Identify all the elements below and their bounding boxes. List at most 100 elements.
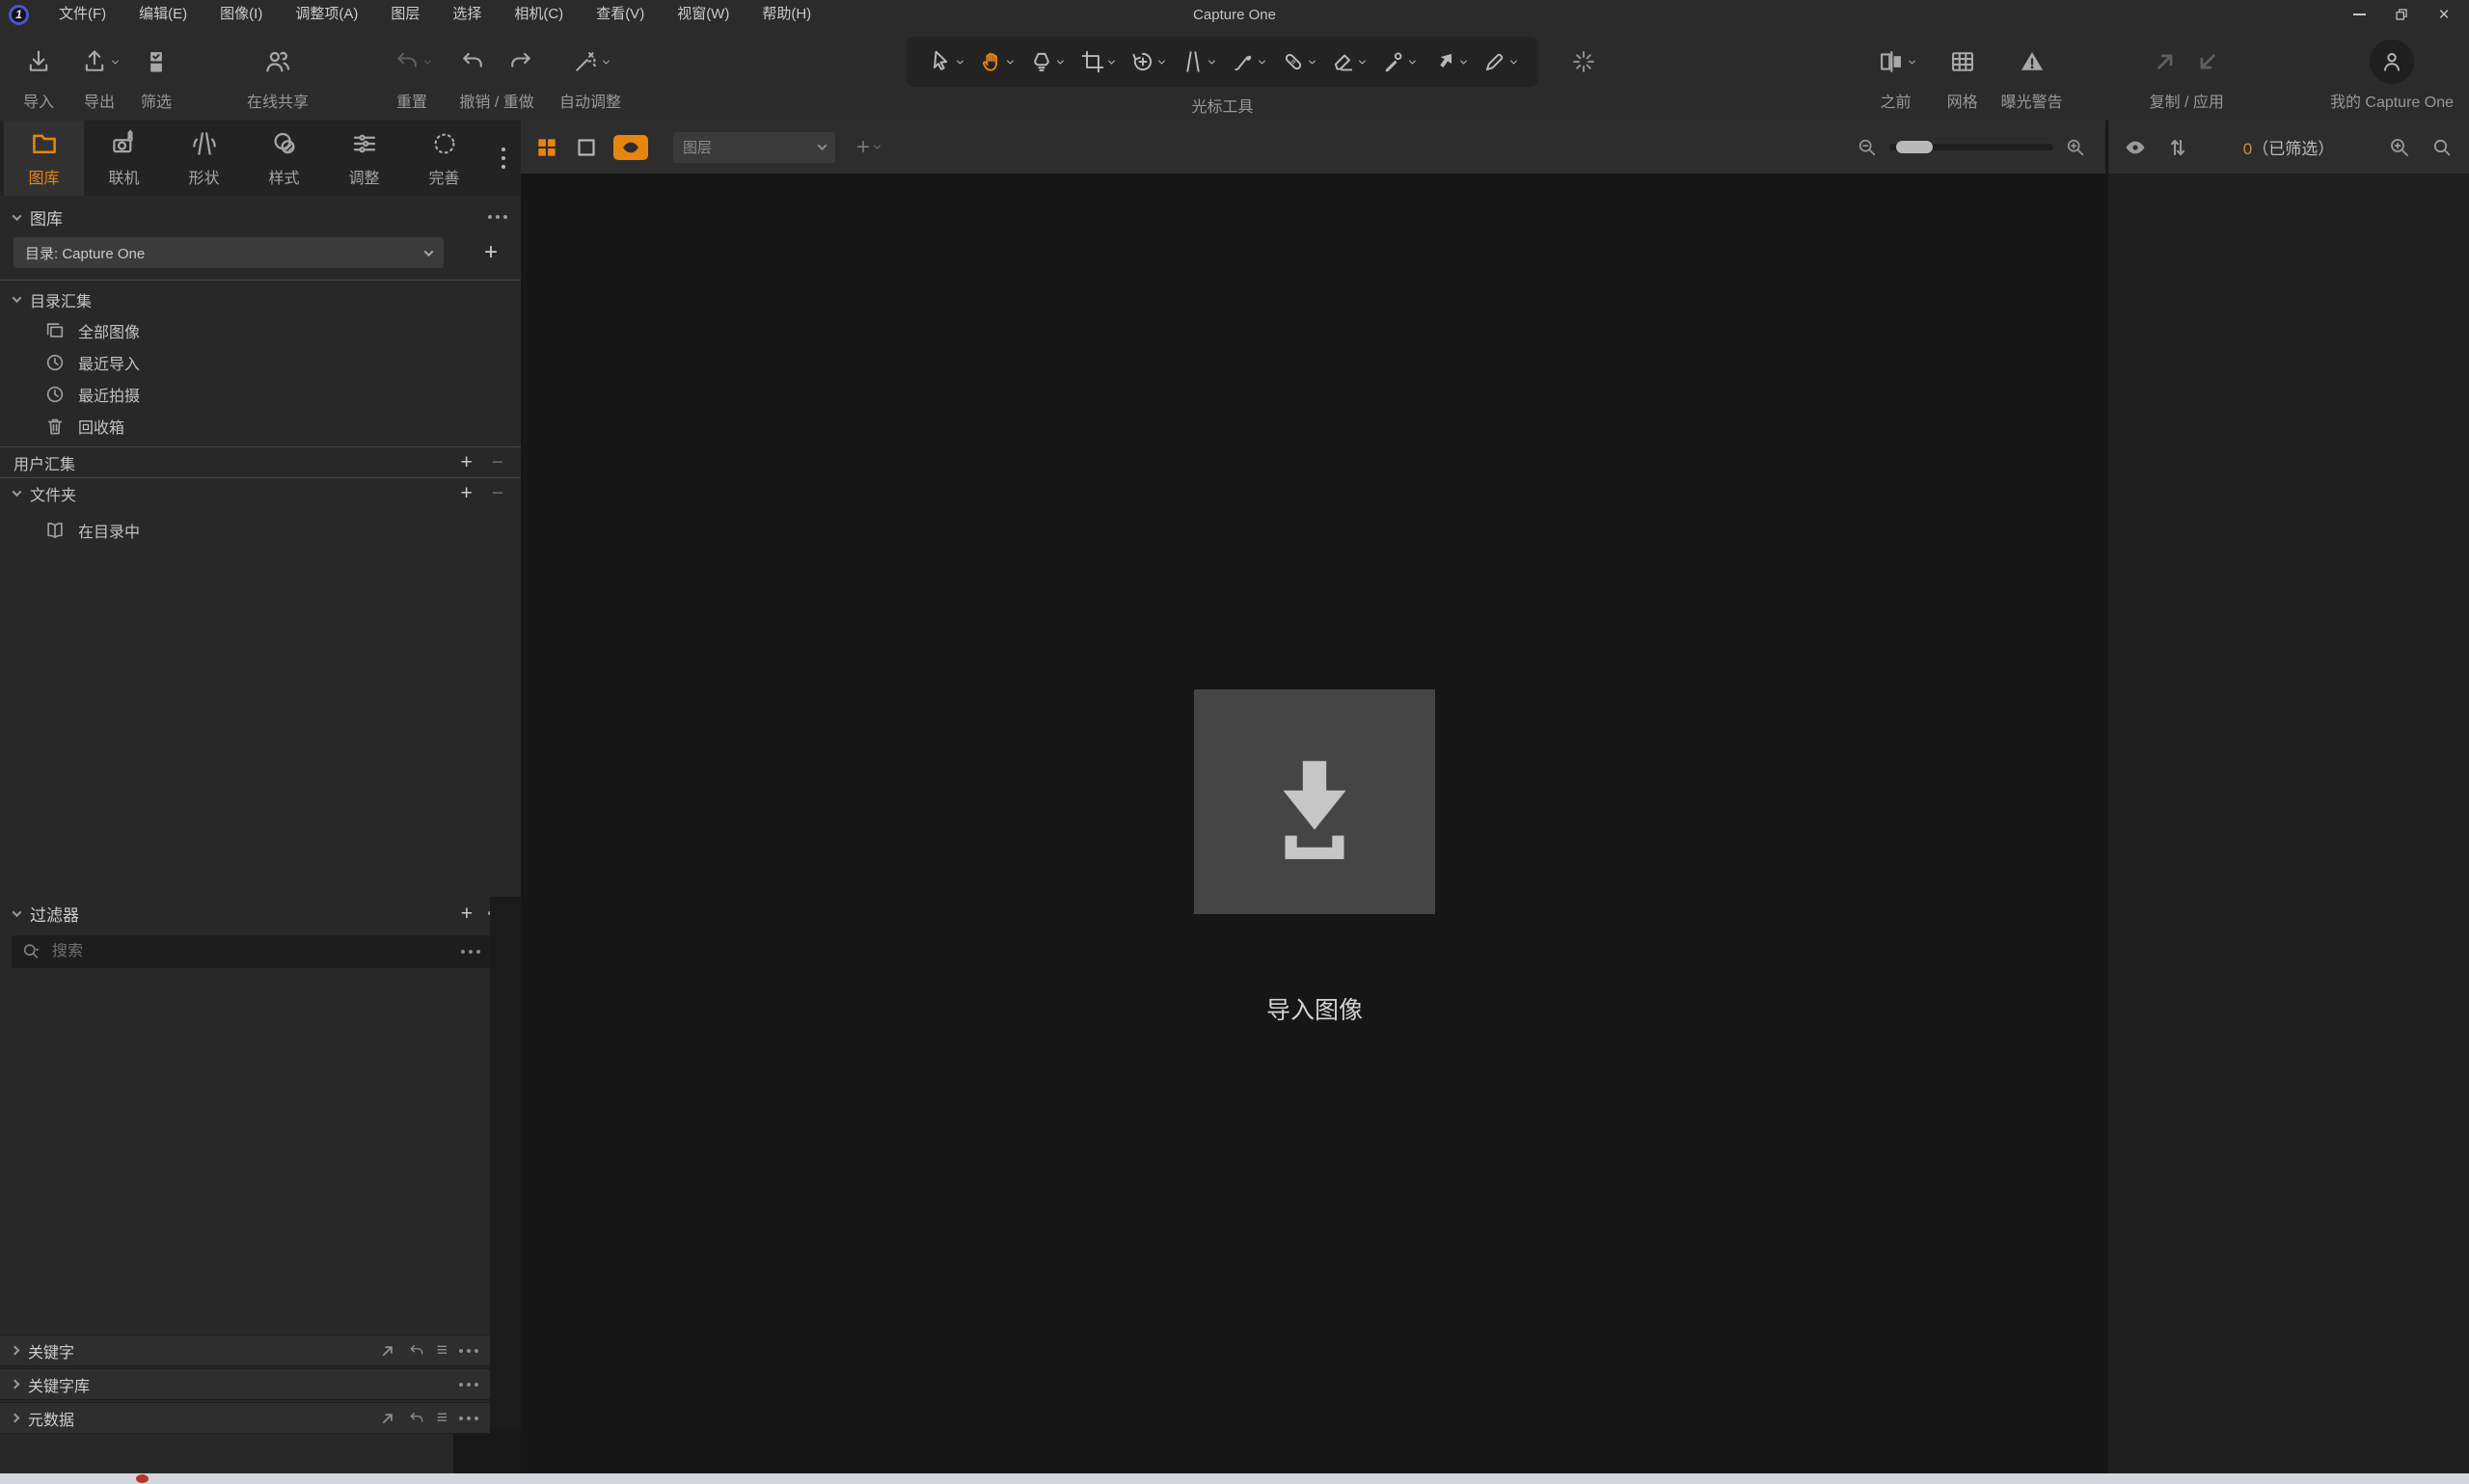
import-button[interactable]: 导入 [23, 39, 54, 112]
keywords-menu-icon[interactable] [459, 1349, 478, 1353]
tree-item-recent-captures[interactable]: 最近拍摄 [0, 378, 521, 410]
draw-tool-chevron-icon[interactable] [1510, 57, 1517, 64]
viewer-view-icon[interactable] [575, 136, 598, 159]
tab-library[interactable]: 图库 [4, 121, 84, 196]
erase-tool[interactable] [1331, 49, 1365, 74]
select-tool[interactable] [929, 49, 963, 74]
tab-refine[interactable]: 完善 [404, 121, 484, 196]
pin-panel-icon[interactable] [379, 1410, 396, 1427]
keywords-expand-chevron-icon[interactable] [11, 1346, 20, 1356]
add-layer-button[interactable]: + [856, 136, 880, 159]
add-user-collection-button[interactable]: + [460, 452, 472, 472]
rotate-tool-chevron-icon[interactable] [1158, 57, 1165, 64]
sort-order-icon[interactable] [2166, 136, 2189, 159]
undo-icon[interactable] [459, 48, 486, 75]
grid-button[interactable]: 网格 [1947, 39, 1978, 112]
library-menu-icon[interactable] [488, 215, 507, 219]
close-button[interactable]: × [2423, 0, 2465, 29]
add-filter-button[interactable]: + [461, 904, 473, 924]
tree-item-trash[interactable]: 回收箱 [0, 410, 521, 442]
import-images-button[interactable] [1194, 689, 1435, 914]
menu-file[interactable]: 文件(F) [42, 0, 122, 29]
keyword-library-panel-header[interactable]: 关键字库 [0, 1368, 490, 1400]
share-button[interactable]: 在线共享 [247, 39, 309, 112]
zoom-in-icon[interactable] [2065, 137, 2086, 158]
tabs-overflow-menu[interactable] [486, 121, 521, 196]
tree-item-in-catalog[interactable]: 在目录中 [0, 514, 521, 546]
tab-shapes[interactable]: 形状 [164, 121, 244, 196]
tab-styles[interactable]: 样式 [244, 121, 324, 196]
reset-panel-icon[interactable] [408, 1410, 425, 1427]
presets-icon[interactable]: ≡ [437, 1341, 448, 1360]
minimize-button[interactable] [2338, 0, 2380, 29]
pick-tool-chevron-icon[interactable] [1409, 57, 1416, 64]
menu-view[interactable]: 查看(V) [580, 0, 661, 29]
folders-header[interactable]: 文件夹 + − [0, 478, 521, 508]
rotate-tool[interactable] [1130, 49, 1164, 74]
spot-removal-tool[interactable] [1570, 48, 1597, 75]
search-box[interactable] [12, 935, 490, 968]
browser-eye-filter-icon[interactable] [2124, 136, 2147, 159]
catalog-collections-header[interactable]: 目录汇集 [0, 284, 521, 314]
keyword-library-expand-chevron-icon[interactable] [11, 1380, 20, 1390]
crop-tool-chevron-icon[interactable] [1108, 57, 1115, 64]
tree-item-recent-imports[interactable]: 最近导入 [0, 346, 521, 378]
zoom-out-icon[interactable] [1857, 137, 1878, 158]
menu-select[interactable]: 选择 [436, 0, 498, 29]
menu-camera[interactable]: 相机(C) [498, 0, 580, 29]
keystone-tool-chevron-icon[interactable] [1208, 57, 1215, 64]
search-dropdown-icon[interactable] [21, 941, 42, 962]
crop-tool[interactable] [1080, 49, 1114, 74]
apply-adjustments-icon[interactable] [2194, 48, 2221, 75]
apply-tool[interactable] [1432, 49, 1466, 74]
user-collections-header[interactable]: 用户汇集 + − [0, 447, 521, 477]
reset-panel-icon[interactable] [408, 1342, 425, 1360]
auto-adjust-chevron-icon[interactable] [603, 57, 610, 64]
add-folder-button[interactable]: + [460, 483, 472, 503]
menu-adjustments[interactable]: 调整项(A) [279, 0, 374, 29]
export-chevron-icon[interactable] [112, 57, 119, 64]
metadata-expand-chevron-icon[interactable] [11, 1414, 20, 1423]
brush-tool[interactable] [1231, 49, 1264, 74]
menu-image[interactable]: 图像(I) [203, 0, 279, 29]
metadata-menu-icon[interactable] [459, 1417, 478, 1420]
menu-window[interactable]: 视窗(W) [661, 0, 746, 29]
erase-tool-chevron-icon[interactable] [1359, 57, 1366, 64]
proof-view-toggle[interactable] [613, 135, 648, 160]
add-catalog-button[interactable]: + [484, 241, 498, 264]
pan-tool-active[interactable] [979, 49, 1013, 74]
reset-chevron-icon[interactable] [424, 57, 431, 64]
draw-tool[interactable] [1482, 49, 1516, 74]
exposure-warning-button[interactable]: 曝光警告 [2001, 39, 2063, 112]
export-button[interactable]: 导出 [81, 39, 118, 112]
copy-adjustments-icon[interactable] [2152, 48, 2179, 75]
search-options-icon[interactable] [461, 950, 480, 954]
pick-tool[interactable] [1381, 49, 1415, 74]
search-input[interactable] [52, 943, 451, 960]
reset-button[interactable]: 重置 [393, 39, 430, 112]
keystone-tool[interactable] [1180, 49, 1214, 74]
keywords-panel-header[interactable]: 关键字 ≡ [0, 1335, 490, 1366]
brush-tool-chevron-icon[interactable] [1259, 57, 1265, 64]
keyword-library-menu-icon[interactable] [459, 1383, 478, 1387]
redo-icon[interactable] [507, 48, 534, 75]
menu-help[interactable]: 帮助(H) [746, 0, 828, 29]
tree-item-all-images[interactable]: 全部图像 [0, 314, 521, 346]
pin-panel-icon[interactable] [379, 1342, 396, 1360]
apply-tool-chevron-icon[interactable] [1460, 57, 1467, 64]
select-tool-chevron-icon[interactable] [957, 57, 963, 64]
restore-button[interactable] [2380, 0, 2423, 29]
loupe-tool-chevron-icon[interactable] [1057, 57, 1064, 64]
before-after-chevron-icon[interactable] [1909, 57, 1915, 64]
browser-grid-view-icon[interactable] [534, 135, 559, 160]
cull-button[interactable]: 筛选 [141, 39, 172, 112]
tab-capture[interactable]: 联机 [84, 121, 164, 196]
remove-folder-button[interactable]: − [492, 483, 503, 503]
filters-collapse-chevron-icon[interactable] [13, 907, 22, 917]
layers-select[interactable]: 图层 [673, 132, 835, 163]
remove-user-collection-button[interactable]: − [492, 452, 503, 472]
browser-search-icon[interactable] [2430, 136, 2454, 159]
presets-icon[interactable]: ≡ [437, 1409, 448, 1427]
catalog-select[interactable]: 目录: Capture One [14, 237, 444, 268]
library-collapse-chevron-icon[interactable] [13, 211, 22, 221]
